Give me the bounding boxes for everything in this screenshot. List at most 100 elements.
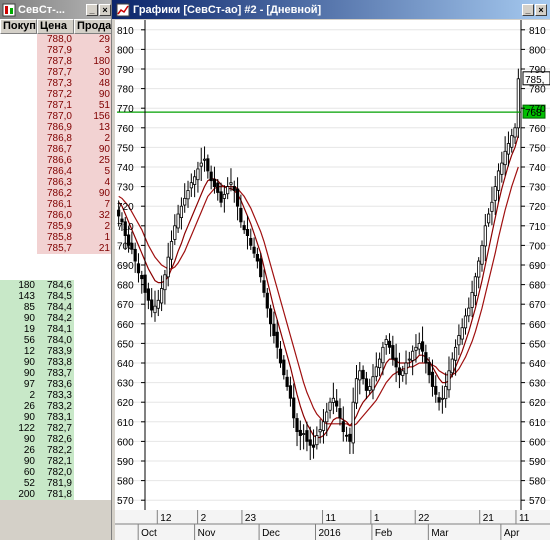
y-tick-label-right: 770 — [529, 104, 546, 115]
ask-cell-empty — [74, 313, 111, 324]
column-header-price[interactable]: Цена — [37, 19, 74, 34]
x-month-label: Nov — [198, 528, 216, 539]
bid-row[interactable]: 200 781,8 — [0, 489, 111, 500]
candle-body — [364, 378, 368, 391]
bid-cell-empty — [0, 45, 37, 56]
x-tick-label: 21 — [483, 513, 495, 524]
ask-qty-cell: 90 — [74, 188, 111, 199]
ask-row[interactable]: 786,3 4 — [0, 177, 111, 188]
close-button[interactable]: × — [99, 3, 111, 16]
ask-row[interactable]: 786,9 13 — [0, 122, 111, 133]
ask-qty-cell: 2 — [74, 133, 111, 144]
candle-body — [381, 346, 385, 364]
candle-body — [169, 241, 174, 260]
ask-row[interactable]: 787,9 3 — [0, 45, 111, 56]
candle-body — [516, 78, 520, 129]
ask-price-cell: 787,0 — [37, 111, 74, 122]
bid-row[interactable]: 60 782,0 — [0, 467, 111, 478]
y-tick-label-right: 790 — [529, 65, 546, 76]
ask-row[interactable]: 786,1 7 — [0, 199, 111, 210]
x-tick-label: 11 — [326, 513, 337, 524]
orderbook-title-bar[interactable]: СевСт-... _ × — [0, 0, 111, 19]
y-tick-label-right: 630 — [529, 379, 546, 390]
ask-row[interactable]: 786,0 32 — [0, 210, 111, 221]
bid-row[interactable]: 12 783,9 — [0, 346, 111, 357]
bid-row[interactable]: 97 783,6 — [0, 379, 111, 390]
orderbook-title: СевСт-... — [18, 3, 65, 16]
chart-title-bar[interactable]: Графики [СевСт-ао] #2 - [Дневной] _ × — [112, 0, 550, 19]
candle-body — [321, 421, 326, 431]
ask-cell-empty — [74, 478, 111, 489]
bid-row[interactable]: 90 784,2 — [0, 313, 111, 324]
column-header-bid[interactable]: Покупк — [0, 19, 37, 34]
candle-body — [295, 418, 299, 433]
price-chart[interactable]: 768785, 570 570580 580590 590600 600610 61062… — [115, 20, 550, 510]
ask-row[interactable]: 787,7 30 — [0, 67, 111, 78]
bid-row[interactable]: 122 782,7 — [0, 423, 111, 434]
ask-row[interactable]: 787,8 180 — [0, 56, 111, 67]
bid-row[interactable]: 19 784,1 — [0, 324, 111, 335]
bid-row[interactable]: 85 784,4 — [0, 302, 111, 313]
candle-body — [305, 430, 309, 442]
bid-row[interactable]: 90 782,1 — [0, 456, 111, 467]
bid-qty-cell: 200 — [0, 489, 37, 500]
ask-row[interactable]: 786,8 2 — [0, 133, 111, 144]
ask-row[interactable]: 787,2 90 — [0, 89, 111, 100]
y-tick-label-left: 580 — [117, 477, 134, 488]
bid-cell-empty — [0, 78, 37, 89]
ask-row[interactable]: 787,3 48 — [0, 78, 111, 89]
y-tick-label-left: 600 — [117, 437, 134, 448]
bid-row[interactable]: 26 783,2 — [0, 401, 111, 412]
ask-row[interactable]: 785,7 21 — [0, 243, 111, 254]
bid-row[interactable]: 90 783,1 — [0, 412, 111, 423]
candle-body — [249, 237, 253, 246]
candle-body — [226, 186, 230, 195]
ask-cell-empty — [74, 456, 111, 467]
ask-qty-cell: 156 — [74, 111, 111, 122]
y-tick-label-left: 610 — [117, 418, 134, 429]
bid-row[interactable]: 143 784,5 — [0, 291, 111, 302]
bid-price-cell: 784,0 — [37, 335, 74, 346]
ask-row[interactable]: 787,1 51 — [0, 100, 111, 111]
ask-price-cell: 786,7 — [37, 144, 74, 155]
bid-qty-cell: 90 — [0, 434, 37, 445]
ask-cell-empty — [74, 434, 111, 445]
candle-body — [140, 274, 144, 280]
candle-body — [424, 352, 428, 364]
chart-minimize-button[interactable]: _ — [522, 3, 534, 16]
bid-row[interactable]: 2 783,3 — [0, 390, 111, 401]
ask-row[interactable]: 785,8 1 — [0, 232, 111, 243]
ask-row[interactable]: 785,9 2 — [0, 221, 111, 232]
candle-body — [229, 182, 233, 185]
bid-row[interactable]: 52 781,9 — [0, 478, 111, 489]
candle-body — [354, 378, 359, 404]
ask-row[interactable]: 786,7 90 — [0, 144, 111, 155]
bid-qty-cell: 60 — [0, 467, 37, 478]
column-header-ask[interactable]: Продаж — [74, 19, 111, 34]
ask-row[interactable]: 786,4 5 — [0, 166, 111, 177]
bid-row[interactable]: 26 782,2 — [0, 445, 111, 456]
bid-qty-cell: 12 — [0, 346, 37, 357]
minimize-button[interactable]: _ — [86, 3, 98, 16]
bid-row[interactable]: 180 784,6 — [0, 280, 111, 291]
x-tick-label: 22 — [418, 513, 430, 524]
candle-body — [272, 323, 276, 336]
bid-row[interactable]: 90 783,7 — [0, 368, 111, 379]
y-tick-label-left: 700 — [117, 241, 134, 252]
ask-row[interactable]: 786,2 90 — [0, 188, 111, 199]
y-tick-label-right: 570 — [529, 496, 546, 507]
candle-body — [292, 397, 296, 419]
bid-price-cell: 782,1 — [37, 456, 74, 467]
ask-row[interactable]: 788,0 29 — [0, 34, 111, 45]
ask-price-cell: 788,0 — [37, 34, 74, 45]
ask-row[interactable]: 786,6 25 — [0, 155, 111, 166]
ask-row[interactable]: 787,0 156 — [0, 111, 111, 122]
bid-row[interactable]: 90 782,6 — [0, 434, 111, 445]
x-month-label: 2016 — [319, 528, 342, 539]
chart-close-button[interactable]: × — [535, 3, 547, 16]
bid-row[interactable]: 90 783,8 — [0, 357, 111, 368]
y-tick-label-right: 700 — [529, 241, 546, 252]
bid-row[interactable]: 56 784,0 — [0, 335, 111, 346]
y-tick-label-left: 740 — [117, 163, 134, 174]
bid-qty-cell: 90 — [0, 412, 37, 423]
